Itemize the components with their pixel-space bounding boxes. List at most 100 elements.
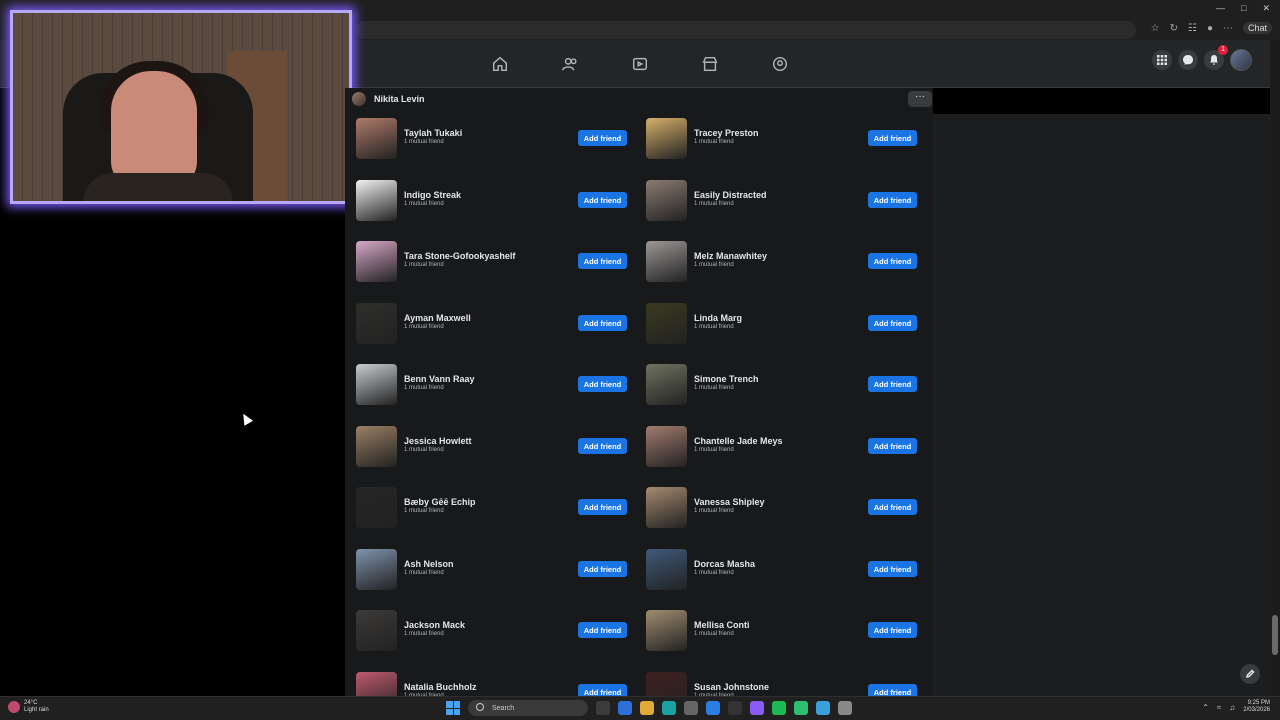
add-friend-button[interactable]: Add friend <box>868 622 917 638</box>
store-icon[interactable] <box>684 701 698 715</box>
friend-photo[interactable] <box>646 610 687 651</box>
windows-start-icon[interactable] <box>446 701 460 715</box>
profile-header[interactable]: Nikita Levin <box>352 92 425 106</box>
mutual-friends-count[interactable]: 1 mutual friend <box>404 324 444 330</box>
add-friend-button[interactable]: Add friend <box>868 130 917 146</box>
friend-name[interactable]: Linda Marg <box>694 313 742 323</box>
add-friend-button[interactable]: Add friend <box>868 499 917 515</box>
mutual-friends-count[interactable]: 1 mutual friend <box>694 631 734 637</box>
friend-name[interactable]: Melz Manawhitey <box>694 251 767 261</box>
add-friend-button[interactable]: Add friend <box>868 376 917 392</box>
discord-icon[interactable] <box>750 701 764 715</box>
star-icon[interactable]: ☆ <box>1151 23 1160 34</box>
friend-name[interactable]: Benn Vann Raay <box>404 374 475 384</box>
settings-icon[interactable] <box>838 701 852 715</box>
friend-name[interactable]: Ash Nelson <box>404 559 454 569</box>
add-friend-button[interactable]: Add friend <box>868 438 917 454</box>
friend-photo[interactable] <box>646 180 687 221</box>
groups-icon[interactable] <box>770 54 790 74</box>
new-message-button[interactable] <box>1240 664 1260 684</box>
friends-icon[interactable] <box>560 54 580 74</box>
add-friend-button[interactable]: Add friend <box>578 438 627 454</box>
add-friend-button[interactable]: Add friend <box>578 192 627 208</box>
video-icon[interactable] <box>630 54 650 74</box>
friend-photo[interactable] <box>356 426 397 467</box>
address-bar[interactable] <box>356 21 1136 39</box>
mutual-friends-count[interactable]: 1 mutual friend <box>404 201 444 207</box>
menu-grid-button[interactable] <box>1152 50 1172 70</box>
mutual-friends-count[interactable]: 1 mutual friend <box>694 570 734 576</box>
friend-photo[interactable] <box>646 487 687 528</box>
profile-icon[interactable]: ● <box>1207 23 1213 34</box>
friend-name[interactable]: Easily Distracted <box>694 190 767 200</box>
page-scrollbar[interactable] <box>1270 40 1280 696</box>
add-friend-button[interactable]: Add friend <box>578 622 627 638</box>
copilot-icon[interactable] <box>618 701 632 715</box>
add-friend-button[interactable]: Add friend <box>868 192 917 208</box>
chat-button[interactable]: Chat <box>1242 22 1272 34</box>
volume-icon[interactable]: ♫ <box>1229 703 1235 712</box>
mail-icon[interactable] <box>706 701 720 715</box>
friend-name[interactable]: Tracey Preston <box>694 128 759 138</box>
mutual-friends-count[interactable]: 1 mutual friend <box>404 570 444 576</box>
friend-photo[interactable] <box>356 610 397 651</box>
taskbar-search[interactable]: Search <box>468 700 588 716</box>
add-friend-button[interactable]: Add friend <box>578 561 627 577</box>
edge-icon[interactable] <box>662 701 676 715</box>
spotify-icon[interactable] <box>772 701 786 715</box>
friend-name[interactable]: Taylah Tukaki <box>404 128 462 138</box>
wifi-icon[interactable]: ≈ <box>1217 703 1221 712</box>
add-friend-button[interactable]: Add friend <box>578 315 627 331</box>
weather-widget[interactable]: 24°C Light rain <box>8 700 49 714</box>
friend-photo[interactable] <box>646 364 687 405</box>
friend-photo[interactable] <box>646 241 687 282</box>
mutual-friends-count[interactable]: 1 mutual friend <box>694 324 734 330</box>
friend-photo[interactable] <box>646 549 687 590</box>
friend-name[interactable]: Vanessa Shipley <box>694 497 765 507</box>
maximize-icon[interactable]: □ <box>1241 3 1246 14</box>
friend-name[interactable]: Jessica Howlett <box>404 436 472 446</box>
friend-name[interactable]: Tara Stone-Gofookyashelf <box>404 251 515 261</box>
home-icon[interactable] <box>490 54 510 74</box>
minimize-icon[interactable]: — <box>1216 3 1225 14</box>
profile-name[interactable]: Nikita Levin <box>374 94 425 104</box>
marketplace-icon[interactable] <box>700 54 720 74</box>
friend-photo[interactable] <box>356 364 397 405</box>
mutual-friends-count[interactable]: 1 mutual friend <box>694 447 734 453</box>
add-friend-button[interactable]: Add friend <box>868 561 917 577</box>
friend-photo[interactable] <box>646 118 687 159</box>
task-view-icon[interactable] <box>596 701 610 715</box>
friend-name[interactable]: Susan Johnstone <box>694 682 769 692</box>
friend-name[interactable]: Mellisa Conti <box>694 620 750 630</box>
account-avatar[interactable] <box>1230 49 1252 71</box>
app-icon-blue[interactable] <box>816 701 830 715</box>
mutual-friends-count[interactable]: 1 mutual friend <box>694 508 734 514</box>
friend-photo[interactable] <box>356 118 397 159</box>
mutual-friends-count[interactable]: 1 mutual friend <box>404 508 444 514</box>
chevron-up-icon[interactable]: ⌃ <box>1202 703 1209 712</box>
friend-name[interactable]: Indigo Streak <box>404 190 461 200</box>
more-options-button[interactable]: ··· <box>908 91 932 107</box>
friend-name[interactable]: Jackson Mack <box>404 620 465 630</box>
file-explorer-icon[interactable] <box>640 701 654 715</box>
friend-name[interactable]: Dorcas Masha <box>694 559 755 569</box>
extensions-icon[interactable]: ☷ <box>1188 23 1197 34</box>
notifications-button[interactable]: 1 <box>1204 45 1228 70</box>
friend-photo[interactable] <box>356 487 397 528</box>
mutual-friends-count[interactable]: 1 mutual friend <box>694 139 734 145</box>
friend-photo[interactable] <box>356 180 397 221</box>
chrome-icon[interactable] <box>728 701 742 715</box>
add-friend-button[interactable]: Add friend <box>578 130 627 146</box>
friend-name[interactable]: Natalia Buchholz <box>404 682 477 692</box>
scroll-thumb[interactable] <box>1272 615 1278 655</box>
close-icon[interactable]: ✕ <box>1262 3 1270 14</box>
mutual-friends-count[interactable]: 1 mutual friend <box>694 385 734 391</box>
add-friend-button[interactable]: Add friend <box>578 376 627 392</box>
mutual-friends-count[interactable]: 1 mutual friend <box>404 139 444 145</box>
mutual-friends-count[interactable]: 1 mutual friend <box>404 631 444 637</box>
menu-dots-icon[interactable]: ⋯ <box>1223 23 1233 34</box>
friend-photo[interactable] <box>646 426 687 467</box>
friend-name[interactable]: Ayman Maxwell <box>404 313 471 323</box>
mutual-friends-count[interactable]: 1 mutual friend <box>404 385 444 391</box>
app-icon-green[interactable] <box>794 701 808 715</box>
